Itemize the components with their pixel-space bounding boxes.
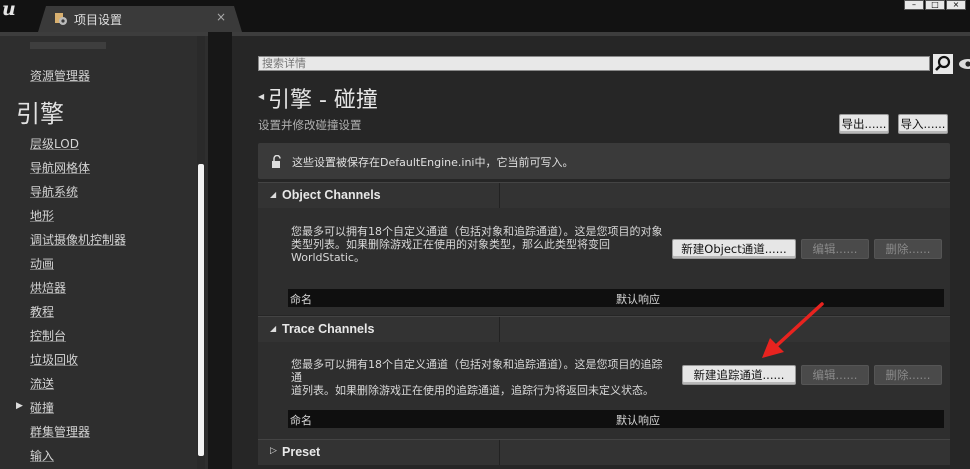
sidebar-item-cooker[interactable]: 烘焙器	[30, 279, 66, 296]
page-title: 引擎 - 碰撞	[268, 88, 378, 113]
delete-object-channel-button[interactable]: 删除......	[874, 239, 942, 259]
preset-header[interactable]: ▷ Preset	[258, 439, 950, 465]
sidebar-item-collision[interactable]: 碰撞	[30, 399, 54, 416]
settings-sidebar: 资源管理器 引擎 层级LOD 导航网格体 导航系统 地形 调试摄像机控制器 动画…	[0, 32, 208, 469]
minimize-button[interactable]: –	[904, 0, 924, 10]
expand-arrow-icon: ◢	[270, 324, 277, 333]
sidebar-item-console[interactable]: 控制台	[30, 327, 66, 344]
preset-title: Preset	[282, 445, 321, 459]
object-channels-table-header: 命名 默认响应	[288, 289, 944, 307]
page-subtitle: 设置并修改碰撞设置	[258, 118, 362, 132]
object-channels-title: Object Channels	[282, 188, 381, 202]
details-panel: ◀ 引擎 - 碰撞 设置并修改碰撞设置 导出...... 导入...... 这些…	[232, 32, 970, 469]
close-window-button[interactable]: ×	[946, 0, 966, 10]
tab-close-icon[interactable]: ×	[216, 10, 226, 24]
trace-channels-body: 您最多可以拥有18个自定义通道（包括对象和追踪通道）。这是您项目的追踪通 道列表…	[258, 342, 950, 442]
sidebar-item-streaming[interactable]: 流送	[30, 375, 54, 392]
column-divider	[499, 440, 500, 465]
maximize-button[interactable]: □	[925, 0, 945, 10]
sidebar-item-content-browser[interactable]: 资源管理器	[30, 67, 90, 84]
sidebar-item-navmesh[interactable]: 导航网格体	[30, 159, 90, 176]
trace-channels-title: Trace Channels	[282, 322, 375, 336]
column-name[interactable]: 命名	[290, 412, 312, 428]
sidebar-category-engine: 引擎	[16, 100, 64, 128]
column-name[interactable]: 命名	[290, 291, 312, 307]
unlocked-lock-icon	[272, 155, 281, 168]
import-button[interactable]: 导入......	[898, 114, 948, 134]
collapsed-arrow-icon: ▷	[270, 446, 277, 456]
sidebar-item-crowd-manager[interactable]: 群集管理器	[30, 423, 90, 440]
sidebar-item-navsystem[interactable]: 导航系统	[30, 183, 78, 200]
export-button[interactable]: 导出......	[839, 114, 889, 134]
edit-trace-channel-button[interactable]: 编辑......	[801, 365, 869, 385]
column-divider	[499, 317, 500, 342]
column-default-response[interactable]: 默认响应	[616, 291, 660, 307]
unreal-logo-icon[interactable]: u	[2, 0, 24, 20]
sidebar-item-animation[interactable]: 动画	[30, 255, 54, 272]
sidebar-item-garbage-collection[interactable]: 垃圾回收	[30, 351, 78, 368]
settings-gear-icon	[55, 13, 67, 25]
object-channels-description: 您最多可以拥有18个自定义通道（包括对象和追踪通道）。这是您项目的对象 类型列表…	[291, 225, 663, 264]
sidebar-item-hlod[interactable]: 层级LOD	[30, 135, 79, 152]
annotation-arrow-icon	[762, 302, 824, 358]
column-default-response[interactable]: 默认响应	[616, 412, 660, 428]
view-options-eye-icon[interactable]	[958, 57, 970, 71]
sidebar-item-debug-camera[interactable]: 调试摄像机控制器	[30, 231, 126, 248]
new-trace-channel-button[interactable]: 新建追踪通道......	[682, 365, 796, 385]
sidebar-item-tutorials[interactable]: 教程	[30, 303, 54, 320]
search-bar	[258, 53, 970, 75]
tab-label: 项目设置	[74, 13, 123, 27]
object-channels-header[interactable]: ◢ Object Channels	[258, 182, 950, 208]
expand-arrow-icon: ◢	[270, 190, 277, 199]
title-collapse-icon[interactable]: ◀	[258, 92, 264, 101]
new-object-channel-button[interactable]: 新建Object通道......	[672, 239, 796, 259]
selected-arrow-icon: ▶	[16, 401, 23, 411]
title-bar: u 项目设置 × – □ ×	[0, 0, 970, 32]
tab-project-settings[interactable]: 项目设置 ×	[38, 6, 242, 32]
panel-splitter[interactable]	[208, 32, 232, 469]
trace-channels-header[interactable]: ◢ Trace Channels	[258, 316, 950, 342]
config-notice: 这些设置被保存在DefaultEngine.ini中，它当前可写入。	[258, 143, 950, 179]
search-icon[interactable]	[933, 54, 953, 74]
object-channels-body: 您最多可以拥有18个自定义通道（包括对象和追踪通道）。这是您项目的对象 类型列表…	[258, 208, 950, 315]
notice-text: 这些设置被保存在DefaultEngine.ini中，它当前可写入。	[292, 156, 574, 169]
delete-trace-channel-button[interactable]: 删除......	[874, 365, 942, 385]
search-input[interactable]	[258, 56, 930, 71]
clipped-sidebar-item	[30, 42, 106, 49]
trace-channels-description: 您最多可以拥有18个自定义通道（包括对象和追踪通道）。这是您项目的追踪通 道列表…	[291, 358, 663, 397]
sidebar-item-input[interactable]: 输入	[30, 447, 54, 464]
sidebar-scrollbar-thumb[interactable]	[198, 164, 204, 456]
edit-object-channel-button[interactable]: 编辑......	[801, 239, 869, 259]
sidebar-item-landscape[interactable]: 地形	[30, 207, 54, 224]
trace-channels-table-header: 命名 默认响应	[288, 410, 944, 428]
column-divider	[499, 183, 500, 208]
